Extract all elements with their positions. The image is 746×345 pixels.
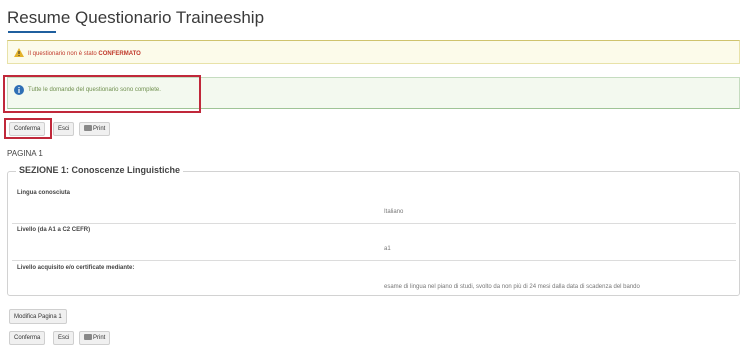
exit-button-bottom[interactable]: Esci xyxy=(53,331,75,345)
warning-message: Il questionario non è stato CONFERMATO xyxy=(28,51,141,57)
question-answer: a1 xyxy=(384,246,391,252)
confirm-button-bottom[interactable]: Conferma xyxy=(9,331,46,345)
question-label: Livello (da A1 a C2 CEFR) xyxy=(17,227,91,233)
edit-page-button[interactable]: Modifica Pagina 1 xyxy=(9,309,67,324)
question-label: Lingua conosciuta xyxy=(17,190,71,196)
page-title: Resume Questionario Traineeship xyxy=(7,8,265,27)
section-title: SEZIONE 1: Conoscenze Linguistiche xyxy=(16,165,184,175)
printer-icon xyxy=(84,334,92,340)
warning-icon xyxy=(14,48,24,59)
info-alert: Tutte le domande del questionario sono c… xyxy=(7,77,740,109)
info-icon xyxy=(14,85,24,97)
page-label: PAGINA 1 xyxy=(7,149,43,158)
confirm-button[interactable]: Conferma xyxy=(9,122,46,136)
row-divider xyxy=(12,260,736,261)
question-answer: Italiano xyxy=(384,209,404,215)
title-underline xyxy=(8,31,56,33)
print-label: Print xyxy=(93,126,106,132)
exit-button[interactable]: Esci xyxy=(53,122,75,136)
print-button[interactable]: Print xyxy=(79,122,111,136)
section-fieldset xyxy=(7,171,740,296)
row-divider xyxy=(12,223,736,224)
question-label: Livello acquisito e/o certificate median… xyxy=(17,265,135,271)
warning-emphasis: CONFERMATO xyxy=(98,51,141,57)
print-button-bottom[interactable]: Print xyxy=(79,331,111,345)
print-label: Print xyxy=(93,335,106,341)
warning-alert: Il questionario non è stato CONFERMATO xyxy=(7,40,740,64)
info-message: Tutte le domande del questionario sono c… xyxy=(28,87,161,93)
printer-icon xyxy=(84,125,92,131)
warning-text: Il questionario non è stato xyxy=(28,51,97,57)
question-answer: esame di lingua nel piano di studi, svol… xyxy=(384,284,640,290)
